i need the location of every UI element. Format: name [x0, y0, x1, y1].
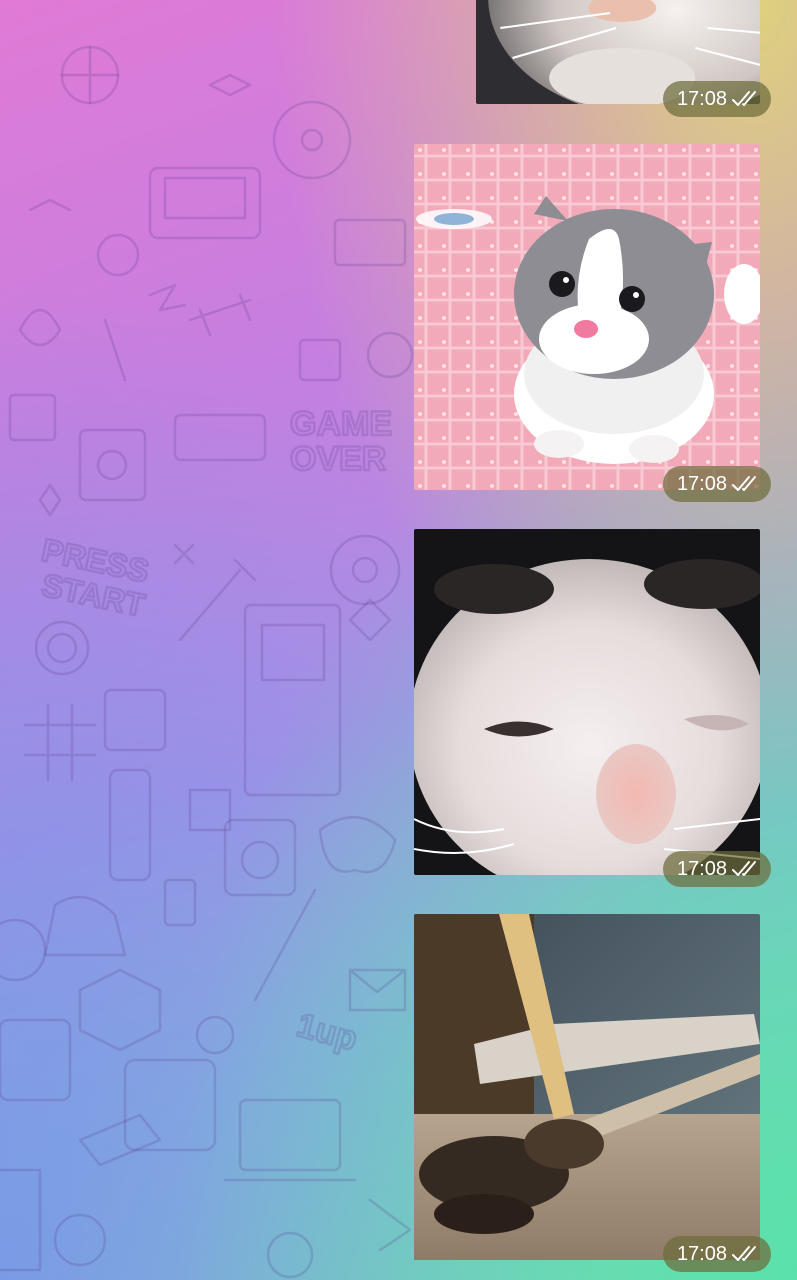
message-time-badge: 17:08 [662, 81, 771, 117]
blurry-kitten-mirror-photo[interactable] [414, 914, 760, 1260]
read-double-check-icon [732, 1246, 756, 1261]
message-time-badge: 17:08 [662, 1236, 771, 1272]
white-cat-face-photo[interactable] [414, 529, 760, 875]
message-time: 17:08 [676, 473, 727, 495]
doodle-text-1up: 1up [293, 1006, 361, 1058]
message-time-badge: 17:08 [662, 466, 771, 502]
doodle-text-press: PRESS [39, 532, 153, 590]
message-time-badge: 17:08 [662, 851, 771, 887]
read-double-check-icon [732, 476, 756, 491]
photo-message[interactable] [414, 529, 760, 875]
photo-message[interactable] [414, 144, 760, 490]
message-time: 17:08 [676, 858, 727, 880]
grey-white-kitten-photo[interactable] [414, 144, 760, 490]
photo-message[interactable] [414, 914, 760, 1260]
chat-background: GAME OVER PRESS START 1up 17:08 17:08 17… [0, 0, 797, 1280]
doodle-text-game: GAME [290, 405, 392, 443]
doodle-text-start: START [39, 567, 149, 624]
read-double-check-icon [732, 861, 756, 876]
message-time: 17:08 [676, 1243, 727, 1265]
read-double-check-icon [732, 91, 756, 106]
message-time: 17:08 [676, 88, 727, 110]
doodle-text-over: OVER [290, 440, 386, 478]
